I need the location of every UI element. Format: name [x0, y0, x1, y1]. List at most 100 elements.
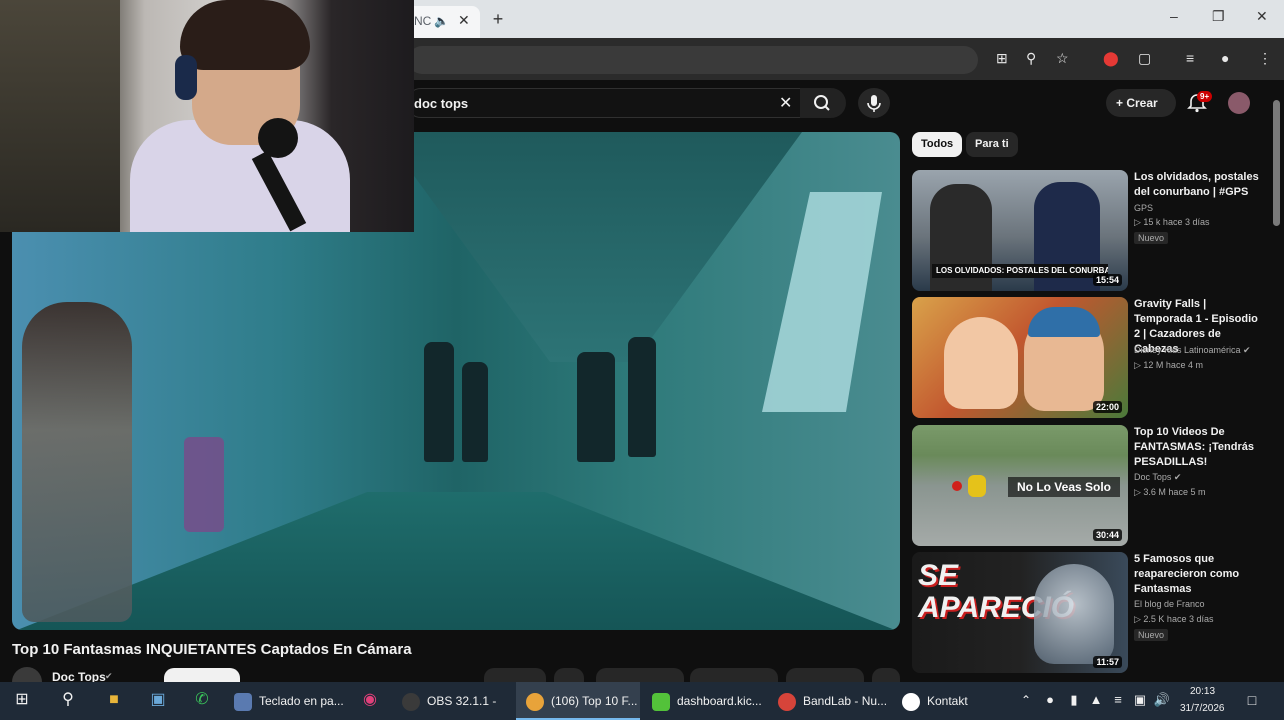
verified-icon: ✔	[105, 671, 113, 681]
video-title: Top 10 Fantasmas INQUIETANTES Captados E…	[12, 641, 412, 658]
tray-network-icon[interactable]: ▣	[1128, 688, 1152, 712]
account-avatar[interactable]	[1228, 92, 1250, 114]
taskbar-app[interactable]: dashboard.kic...	[644, 682, 766, 720]
minimize-icon[interactable]: –	[1170, 8, 1178, 24]
taskbar-app[interactable]: Kontakt	[894, 682, 994, 720]
chrome-icon	[526, 692, 544, 711]
taskbar-app-label: BandLab - Nu...	[803, 694, 888, 708]
recommendation-channel[interactable]: GPS	[1134, 203, 1153, 213]
video-frame-ceiling	[382, 132, 802, 362]
chip-todos[interactable]: Todos	[912, 132, 963, 157]
create-label: Crear	[1126, 96, 1158, 110]
address-bar[interactable]	[408, 46, 978, 74]
recommendation-thumbnail[interactable]: 22:00	[912, 297, 1128, 418]
webcam-headphone	[175, 55, 197, 100]
tray-volume-icon[interactable]: 🔊	[1150, 688, 1174, 712]
thumbnail-figure	[968, 475, 986, 497]
whatsapp-icon[interactable]: ✆	[190, 688, 214, 712]
profile-icon[interactable]: ●	[1221, 50, 1229, 66]
tab-close-icon[interactable]: ✕	[458, 12, 470, 29]
windows-start-icon[interactable]: ⊞	[10, 688, 34, 712]
plus-icon: +	[1116, 96, 1127, 110]
video-duration: 15:54	[1092, 274, 1122, 286]
recommendation-meta: ▷ 15 k hace 3 días	[1134, 217, 1210, 227]
taskbar-app[interactable]: Teclado en pa...	[226, 682, 344, 720]
scrollbar-thumb[interactable]	[1273, 100, 1280, 226]
kick-icon	[652, 692, 670, 711]
tray-language-icon[interactable]: ≡	[1106, 688, 1130, 712]
recommendation-channel[interactable]: Disney Kids Latinoamérica ✔	[1134, 345, 1251, 356]
extensions-puzzle-icon[interactable]: ▢	[1138, 50, 1151, 67]
video-duration: 30:44	[1092, 529, 1122, 541]
tray-security-icon[interactable]: ▲	[1084, 688, 1108, 712]
webcam-shelf	[0, 0, 120, 232]
video-frame-person	[424, 342, 454, 462]
taskbar-app-active[interactable]: (106) Top 10 F...	[516, 682, 640, 720]
video-frame-window-light	[762, 192, 882, 412]
recommendation-item[interactable]: 22:00 Gravity Falls | Temporada 1 - Epis…	[912, 297, 1268, 419]
microphone-icon	[867, 95, 881, 112]
clock-time[interactable]: 20:13	[1190, 686, 1215, 697]
recommendation-thumbnail[interactable]: SE APARECIÓ 11:57	[912, 552, 1128, 673]
thumbnail-caption: SE APARECIÓ	[918, 559, 1075, 624]
notification-center-icon[interactable]: □	[1240, 688, 1264, 712]
recommendation-item[interactable]: SE APARECIÓ 11:57 5 Famosos que reaparec…	[912, 552, 1268, 674]
recommendation-title[interactable]: Top 10 Videos De FANTASMAS: ¡Tendrás PES…	[1134, 425, 1266, 470]
extension-icon[interactable]: ⬤	[1103, 50, 1119, 67]
media-control-icon[interactable]: ≡	[1186, 50, 1194, 66]
taskbar-app-label: Teclado en pa...	[259, 694, 344, 708]
video-duration: 22:00	[1092, 401, 1122, 413]
clear-search-icon[interactable]: ✕	[779, 93, 792, 113]
thumbnail-cap	[1028, 307, 1100, 337]
recommendation-meta: ▷ 3.6 M hace 5 m	[1134, 487, 1206, 497]
zoom-icon[interactable]: ⚲	[1026, 50, 1036, 67]
recommendation-thumbnail[interactable]: No Lo Veas Solo 30:44	[912, 425, 1128, 546]
thumbnail-ghost	[1034, 564, 1114, 664]
thumbnail-character	[944, 317, 1018, 409]
recommendation-title[interactable]: 5 Famosos que reaparecieron como Fantasm…	[1134, 552, 1266, 597]
recommendation-channel[interactable]: Doc Tops ✔	[1134, 472, 1181, 483]
file-explorer-icon[interactable]: ■	[102, 688, 126, 712]
taskbar-app-label: Kontakt	[927, 694, 968, 708]
taskbar-app-label: (106) Top 10 F...	[551, 694, 638, 708]
voice-search-button[interactable]	[858, 88, 890, 118]
video-frame-person	[462, 362, 488, 462]
tray-chevron-up-icon[interactable]: ⌃	[1014, 688, 1038, 712]
close-window-icon[interactable]: ✕	[1256, 8, 1268, 25]
menu-dots-icon[interactable]: ⋮	[1258, 50, 1272, 67]
recommendation-title[interactable]: Los olvidados, postales del conurbano | …	[1134, 170, 1266, 200]
thumbnail-caption: LOS OLVIDADOS: POSTALES DEL CONURBANO	[932, 264, 1108, 278]
video-frame-person	[577, 352, 615, 462]
taskbar-app-label: dashboard.kic...	[677, 694, 762, 708]
video-frame-figure	[22, 302, 132, 622]
taskbar-app[interactable]: OBS 32.1.1 - P...	[394, 682, 512, 720]
taskbar-search-icon[interactable]: ⚲	[56, 688, 80, 712]
thumbnail-balloon	[952, 481, 962, 491]
clock-date[interactable]: 31/7/2026	[1180, 703, 1225, 714]
search-button[interactable]	[800, 88, 846, 118]
webcam-streamer-hair	[180, 0, 310, 70]
obs-icon	[402, 692, 420, 711]
keyboard-app-icon	[234, 692, 252, 711]
store-icon[interactable]: ▣	[146, 688, 170, 712]
instagram-icon[interactable]: ◉	[358, 688, 382, 712]
speaker-icon[interactable]: 🔈	[434, 14, 449, 28]
recommendation-channel[interactable]: El blog de Franco	[1134, 599, 1205, 609]
kontakt-icon	[902, 692, 920, 711]
install-app-icon[interactable]: ⊞	[996, 50, 1008, 67]
create-button[interactable]: + Crear	[1106, 89, 1176, 117]
maximize-icon[interactable]: ❐	[1212, 8, 1225, 25]
recommendation-meta: ▷ 2.5 K hace 3 días	[1134, 614, 1214, 624]
new-tab-button[interactable]: +	[487, 8, 509, 30]
taskbar-app[interactable]: BandLab - Nu...	[770, 682, 890, 720]
video-frame-floor	[12, 492, 900, 630]
recommendation-item[interactable]: No Lo Veas Solo 30:44 Top 10 Videos De F…	[912, 425, 1268, 547]
video-duration: 11:57	[1093, 656, 1122, 668]
new-badge: Nuevo	[1134, 629, 1169, 641]
recommendation-item[interactable]: LOS OLVIDADOS: POSTALES DEL CONURBANO 15…	[912, 170, 1268, 292]
bookmark-star-icon[interactable]: ☆	[1056, 50, 1069, 67]
tray-microphone-icon[interactable]: ●	[1038, 688, 1062, 712]
recommendation-thumbnail[interactable]: LOS OLVIDADOS: POSTALES DEL CONURBANO 15…	[912, 170, 1128, 291]
tray-device-icon[interactable]: ▮	[1062, 688, 1086, 712]
chip-para-ti[interactable]: Para ti	[966, 132, 1018, 157]
